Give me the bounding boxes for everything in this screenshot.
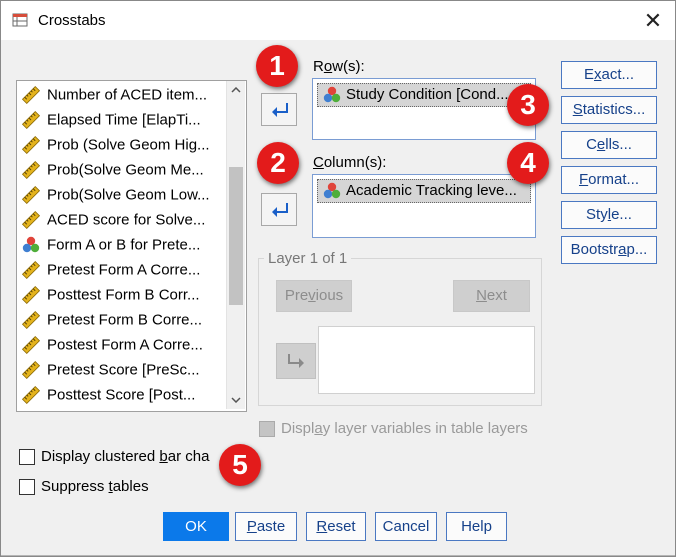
rows-selected-variable[interactable]: Study Condition [Cond... — [317, 83, 531, 107]
display-layer-variables-label: Display layer variables in table layers — [281, 420, 528, 437]
variable-label: Posttest Form B Corr... — [47, 286, 200, 304]
ruler-scale-icon — [21, 210, 41, 230]
move-to-rows-button[interactable] — [261, 93, 297, 126]
variable-label: Form A or B for Prete... — [47, 236, 201, 254]
ruler-scale-icon — [21, 160, 41, 180]
annotation-badge-4: 4 — [507, 142, 549, 184]
annotation-badge-3: 3 — [507, 84, 549, 126]
help-button[interactable]: Help — [446, 512, 507, 541]
variable-list-item[interactable]: Posttest Score [Post... — [21, 382, 227, 407]
clustered-bar-chart-label: Display clustered bar cha — [41, 448, 210, 465]
ruler-scale-icon — [21, 185, 41, 205]
format-button[interactable]: Format... — [561, 166, 657, 194]
rows-label: Row(s): — [313, 58, 365, 75]
variable-list-item[interactable]: Pretest Score [PreSc... — [21, 357, 227, 382]
move-arrow-icon — [272, 203, 288, 217]
ok-button[interactable]: OK — [163, 512, 229, 541]
cancel-button[interactable]: Cancel — [375, 512, 437, 541]
ruler-scale-icon — [21, 360, 41, 380]
variable-list-item[interactable]: Pretest Form A Corre... — [21, 257, 227, 282]
rows-target-list[interactable]: Study Condition [Cond... — [312, 78, 536, 140]
bootstrap-button[interactable]: Bootstrap... — [561, 236, 657, 264]
ruler-scale-icon — [21, 260, 41, 280]
scroll-thumb[interactable] — [229, 167, 243, 305]
variable-label: Pretest Form B Corre... — [47, 311, 203, 329]
variable-list-item[interactable]: Form A or B for Prete... — [21, 232, 227, 257]
variable-list-item[interactable]: ACED score for Solve... — [21, 207, 227, 232]
variable-label: ACED score for Solve... — [47, 211, 206, 229]
columns-selected-variable[interactable]: Academic Tracking leve... — [317, 179, 531, 203]
previous-layer-button[interactable]: Previous — [276, 280, 352, 312]
layer-target-list[interactable] — [318, 326, 535, 394]
ruler-scale-icon — [21, 335, 41, 355]
scroll-down-icon[interactable] — [227, 391, 245, 409]
exact-button[interactable]: Exact... — [561, 61, 657, 89]
variable-list-item[interactable]: Posttest Form B Corr... — [21, 282, 227, 307]
variable-label: Prob(Solve Geom Me... — [47, 161, 204, 179]
variable-label: Pretest Form A Corre... — [47, 261, 201, 279]
variable-label: Postest Form A Corre... — [47, 336, 203, 354]
move-to-layer-button[interactable] — [276, 343, 316, 379]
variable-label: Prob(Solve Geom Low... — [47, 186, 210, 204]
ruler-scale-icon — [21, 310, 41, 330]
ruler-scale-icon — [21, 385, 41, 405]
close-icon[interactable]: ✕ — [640, 8, 666, 34]
app-icon — [12, 12, 28, 28]
variable-label: Elapsed Time [ElapTi... — [47, 111, 201, 129]
columns-target-list[interactable]: Academic Tracking leve... — [312, 174, 536, 238]
variable-label: Pretest Score [PreSc... — [47, 361, 200, 379]
annotation-badge-1: 1 — [256, 45, 298, 87]
window-title: Crosstabs — [38, 12, 106, 29]
display-layer-variables-checkbox[interactable] — [259, 421, 275, 437]
nominal-circles-icon — [322, 181, 342, 201]
ruler-scale-icon — [21, 285, 41, 305]
variable-list-item[interactable]: Postest Form A Corre... — [21, 332, 227, 357]
variable-list-item[interactable]: Prob(Solve Geom Low... — [21, 182, 227, 207]
suppress-tables-label: Suppress tables — [41, 478, 149, 495]
move-to-columns-button[interactable] — [261, 193, 297, 226]
next-layer-button[interactable]: Next — [453, 280, 530, 312]
variable-label: Posttest Score [Post... — [47, 386, 196, 404]
source-variable-list[interactable]: Number of ACED item... Elapsed Time [Elap… — [16, 80, 247, 412]
variable-list-item[interactable]: Pretest Form B Corre... — [21, 307, 227, 332]
cells-button[interactable]: Cells... — [561, 131, 657, 159]
suppress-tables-checkbox[interactable] — [19, 479, 35, 495]
variable-list-item[interactable]: Elapsed Time [ElapTi... — [21, 107, 227, 132]
clustered-bar-chart-checkbox[interactable] — [19, 449, 35, 465]
reset-button[interactable]: Reset — [306, 512, 366, 541]
variable-list-item[interactable]: Prob (Solve Geom Hig... — [21, 132, 227, 157]
nominal-circles-icon — [21, 235, 41, 255]
layer-title: Layer 1 of 1 — [264, 250, 352, 267]
nominal-circles-icon — [322, 85, 342, 105]
annotation-badge-2: 2 — [257, 142, 299, 184]
variable-label: Prob (Solve Geom Hig... — [47, 136, 210, 154]
variable-list-item[interactable]: Prob(Solve Geom Me... — [21, 157, 227, 182]
ruler-scale-icon — [21, 135, 41, 155]
paste-button[interactable]: Paste — [235, 512, 297, 541]
scroll-up-icon[interactable] — [227, 81, 245, 99]
ruler-scale-icon — [21, 85, 41, 105]
style-button[interactable]: Style... — [561, 201, 657, 229]
move-arrow-icon — [288, 354, 304, 368]
variable-list-scrollbar[interactable] — [226, 81, 245, 409]
variable-label: Number of ACED item... — [47, 86, 208, 104]
ruler-scale-icon — [21, 110, 41, 130]
annotation-badge-5: 5 — [219, 444, 261, 486]
variable-list-item[interactable]: Number of ACED item... — [21, 82, 227, 107]
statistics-button[interactable]: Statistics... — [561, 96, 657, 124]
move-arrow-icon — [272, 103, 288, 117]
columns-label: Column(s): — [313, 154, 387, 171]
